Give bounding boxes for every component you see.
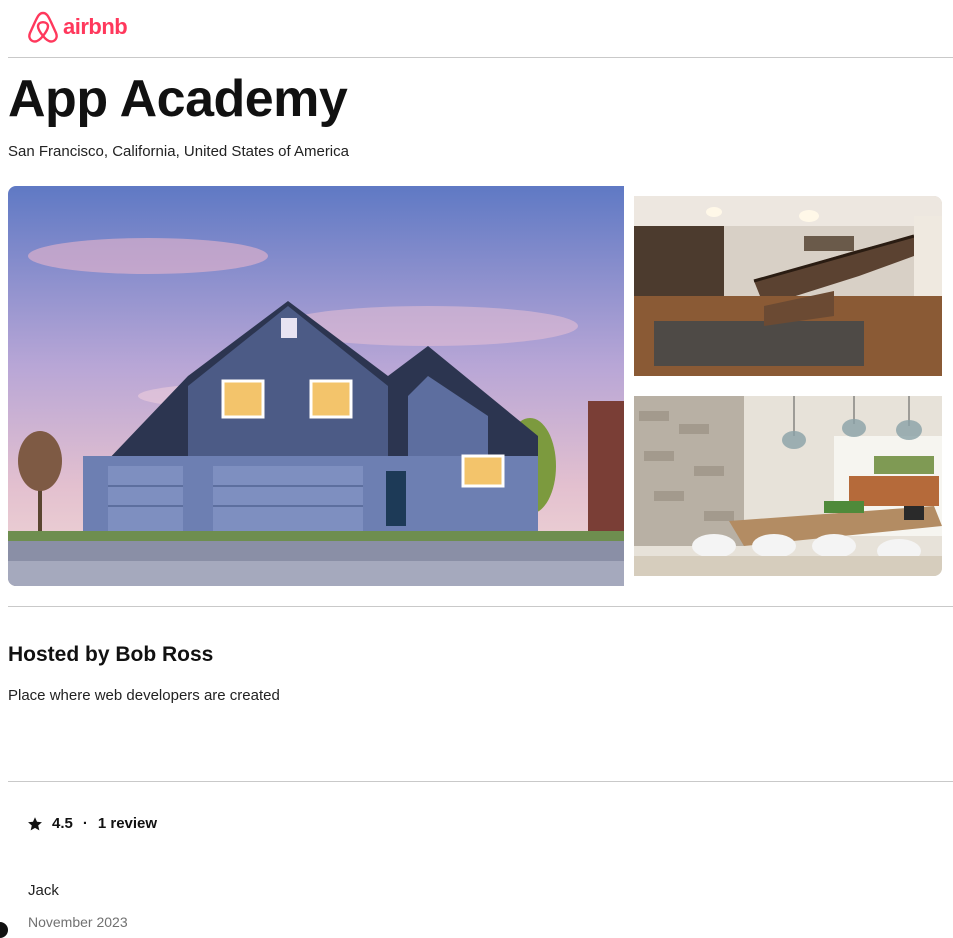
rating-value: 4.5 (52, 815, 73, 832)
host-divider (8, 781, 953, 782)
rating-summary: 4.5 · 1 review (27, 815, 157, 832)
review-author: Jack (28, 882, 59, 899)
brand-wordmark: airbnb (63, 14, 128, 39)
dining-room-image[interactable] (634, 396, 942, 576)
listing-description: Place where web developers are created (8, 687, 280, 704)
window-corner (0, 922, 8, 938)
review-count: 1 review (97, 815, 158, 832)
review-date: November 2023 (28, 914, 128, 930)
header-divider (8, 57, 953, 58)
star-icon (28, 816, 42, 830)
photos-divider (8, 606, 953, 607)
host-heading: Hosted by Bob Ross (8, 643, 214, 666)
rating-separator: · (82, 815, 88, 832)
listing-title: App Academy (8, 70, 348, 128)
listing-location: San Francisco, California, United States… (8, 143, 349, 160)
airbnb-belo-icon (28, 11, 58, 43)
airbnb-logo-link[interactable]: airbnb (27, 10, 128, 44)
top-nav: airbnb (0, 0, 953, 57)
staircase-interior-image[interactable] (634, 196, 942, 376)
house-exterior-image[interactable] (8, 186, 624, 586)
